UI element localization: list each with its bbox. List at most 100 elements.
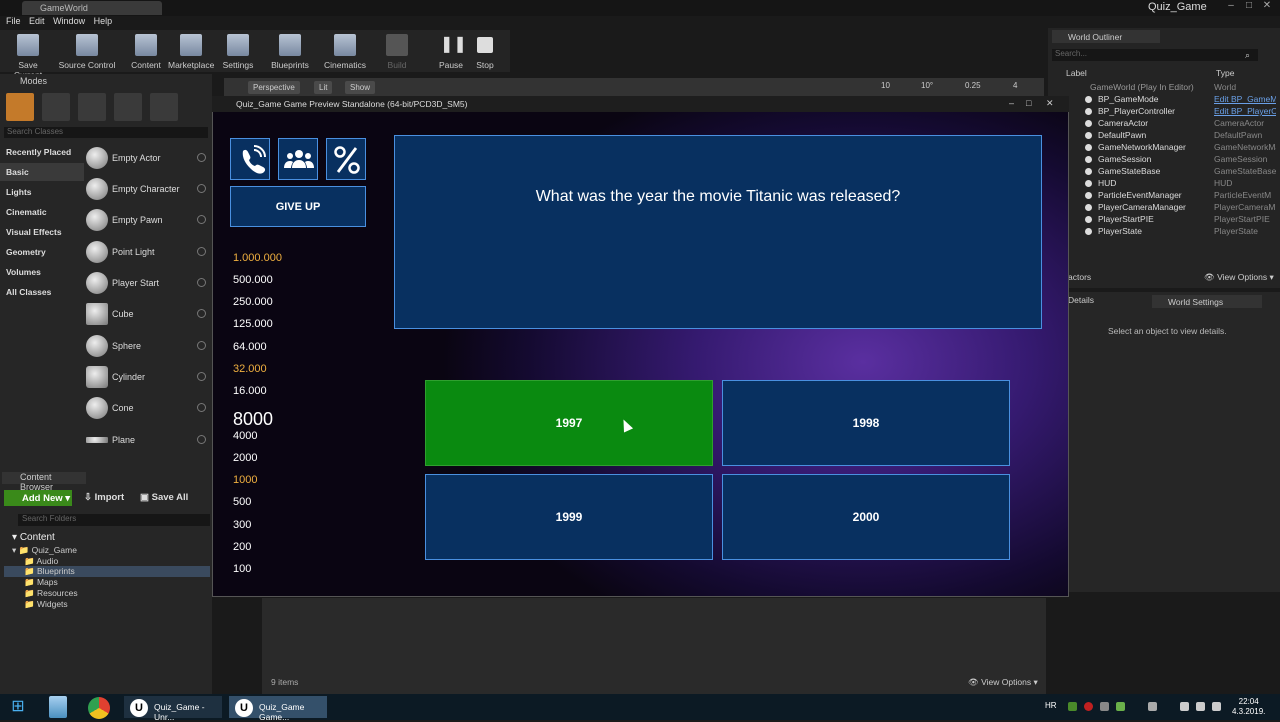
tray-icon[interactable] — [1100, 702, 1109, 711]
camera-speed-value[interactable]: 4 — [1013, 81, 1017, 90]
save-current-button[interactable]: Save Current — [4, 32, 52, 80]
game-maximize-icon[interactable]: □ — [1026, 98, 1031, 108]
folder-widgets[interactable]: 📁 Widgets — [24, 599, 68, 610]
save-all-button[interactable]: ▣ Save All — [140, 492, 188, 503]
outliner-row[interactable]: DefaultPawn DefaultPawn — [1080, 130, 1275, 142]
build-button[interactable]: Build — [382, 32, 412, 70]
cinematics-button[interactable]: Cinematics — [322, 32, 368, 70]
geometry-mode-icon[interactable] — [150, 93, 178, 121]
answer-b-button[interactable]: 1998 — [722, 380, 1010, 466]
pause-button[interactable]: ❚❚ Pause — [436, 32, 467, 70]
place-item-cube[interactable]: Cube — [84, 301, 208, 329]
outliner-row[interactable]: PlayerStartPIE PlayerStartPIE — [1080, 214, 1275, 226]
clock[interactable]: 22:04 4.3.2019. — [1232, 697, 1265, 717]
game-close-icon[interactable]: ✕ — [1046, 98, 1054, 109]
volume-icon[interactable] — [1196, 702, 1205, 711]
details-tab[interactable]: Details — [1068, 295, 1148, 308]
landscape-mode-icon[interactable] — [78, 93, 106, 121]
outliner-view-options-button[interactable]: 👁 View Options ▾ — [1204, 272, 1274, 283]
category-basic[interactable]: Basic — [0, 163, 84, 181]
blueprints-button[interactable]: Blueprints — [268, 32, 312, 70]
outliner-row[interactable]: ParticleEventManager ParticleEventM — [1080, 190, 1275, 202]
outliner-row[interactable]: PlayerState PlayerState — [1080, 226, 1275, 238]
perspective-button[interactable]: Perspective — [248, 81, 300, 94]
scale-snap-value[interactable]: 0.25 — [965, 81, 981, 90]
menu-window[interactable]: Window — [53, 16, 85, 26]
import-button[interactable]: ⇩ Import — [84, 492, 124, 503]
settings-button[interactable]: Settings — [220, 32, 256, 70]
stop-button[interactable]: Stop — [470, 32, 500, 70]
folder-content[interactable]: ▾ Content — [12, 532, 55, 543]
menu-edit[interactable]: Edit — [29, 16, 45, 26]
audience-lifeline-button[interactable] — [278, 138, 318, 180]
outliner-search-input[interactable]: Search... — [1052, 49, 1258, 61]
outliner-row[interactable]: CameraActor CameraActor — [1080, 118, 1275, 130]
answer-c-button[interactable]: 1999 — [425, 474, 713, 560]
outliner-row[interactable]: GameNetworkManager GameNetworkMa — [1080, 142, 1276, 154]
chrome-icon[interactable] — [88, 697, 110, 719]
category-lights[interactable]: Lights — [0, 183, 80, 201]
place-item-empty-actor[interactable]: Empty Actor — [84, 145, 208, 173]
outliner-row[interactable]: GameStateBase GameStateBase — [1080, 166, 1276, 178]
place-mode-icon[interactable] — [6, 93, 34, 121]
menu-help[interactable]: Help — [94, 16, 113, 26]
foliage-mode-icon[interactable] — [114, 93, 142, 121]
view-options-button[interactable]: 👁 View Options ▾ — [968, 677, 1038, 688]
place-item-plane[interactable]: Plane — [84, 427, 208, 455]
place-item-player-start[interactable]: Player Start — [84, 270, 208, 298]
language-indicator[interactable]: HR — [1045, 701, 1057, 710]
menu-file[interactable]: File — [6, 16, 21, 26]
category-recently-placed[interactable]: Recently Placed — [0, 143, 80, 161]
game-minimize-icon[interactable]: – — [1009, 98, 1014, 108]
search-folders-input[interactable]: Search Folders — [18, 514, 210, 526]
marketplace-button[interactable]: Marketplace — [168, 32, 214, 70]
outliner-row[interactable]: GameSession GameSession — [1080, 154, 1275, 166]
world-settings-tab[interactable]: World Settings — [1152, 295, 1262, 308]
level-tab[interactable]: GameWorld — [22, 1, 162, 15]
phone-lifeline-button[interactable] — [230, 138, 270, 180]
tray-icon[interactable] — [1116, 702, 1125, 711]
outliner-row[interactable]: BP_GameMode Edit BP_GameM — [1080, 94, 1276, 106]
give-up-button[interactable]: GIVE UP — [230, 186, 366, 227]
category-volumes[interactable]: Volumes — [0, 263, 80, 281]
outliner-row[interactable]: PlayerCameraManager PlayerCameraM — [1080, 202, 1275, 214]
column-label[interactable]: Label — [1066, 68, 1087, 78]
maximize-icon[interactable]: □ — [1240, 0, 1258, 14]
close-icon[interactable]: ✕ — [1258, 0, 1276, 14]
world-outliner-tab[interactable]: World Outliner — [1052, 30, 1160, 43]
minimize-icon[interactable]: – — [1222, 0, 1240, 14]
folder-quiz-game[interactable]: ▾ 📁 Quiz_Game — [12, 545, 77, 556]
tray-icon[interactable] — [1148, 702, 1157, 711]
add-new-button[interactable]: Add New ▾ — [4, 490, 72, 506]
notification-icon[interactable] — [1212, 702, 1221, 711]
lit-button[interactable]: Lit — [314, 81, 333, 94]
fifty-fifty-lifeline-button[interactable] — [326, 138, 366, 180]
place-item-empty-pawn[interactable]: Empty Pawn — [84, 207, 208, 235]
place-item-cylinder[interactable]: Cylinder — [84, 364, 208, 392]
rotation-snap-value[interactable]: 10° — [921, 81, 933, 90]
column-type[interactable]: Type — [1216, 68, 1234, 78]
category-all-classes[interactable]: All Classes — [0, 283, 80, 301]
answer-d-button[interactable]: 2000 — [722, 474, 1010, 560]
place-item-cone[interactable]: Cone — [84, 395, 208, 423]
category-cinematic[interactable]: Cinematic — [0, 203, 80, 221]
outliner-row[interactable]: HUD HUD — [1080, 178, 1275, 190]
folder-maps[interactable]: 📁 Maps — [24, 577, 58, 588]
answer-a-button[interactable]: 1997 — [425, 380, 713, 466]
tray-record-icon[interactable] — [1084, 702, 1093, 711]
folder-blueprints[interactable]: 📁 Blueprints — [4, 566, 210, 577]
paint-mode-icon[interactable] — [42, 93, 70, 121]
content-browser-tab[interactable]: Content Browser — [2, 472, 86, 492]
search-classes-input[interactable]: Search Classes — [4, 127, 208, 138]
tray-icon[interactable] — [1068, 702, 1077, 711]
outliner-row[interactable]: BP_PlayerController Edit BP_PlayerC — [1080, 106, 1276, 118]
outliner-row[interactable]: GameWorld (Play In Editor) World — [1080, 82, 1275, 94]
grid-snap-value[interactable]: 10 — [881, 81, 890, 90]
explorer-icon[interactable] — [49, 696, 67, 718]
folder-resources[interactable]: 📁 Resources — [24, 588, 78, 599]
category-geometry[interactable]: Geometry — [0, 243, 80, 261]
network-icon[interactable] — [1180, 702, 1189, 711]
place-item-empty-character[interactable]: Empty Character — [84, 176, 208, 204]
place-item-point-light[interactable]: Point Light — [84, 239, 208, 267]
modes-tab[interactable]: Modes — [0, 76, 212, 88]
